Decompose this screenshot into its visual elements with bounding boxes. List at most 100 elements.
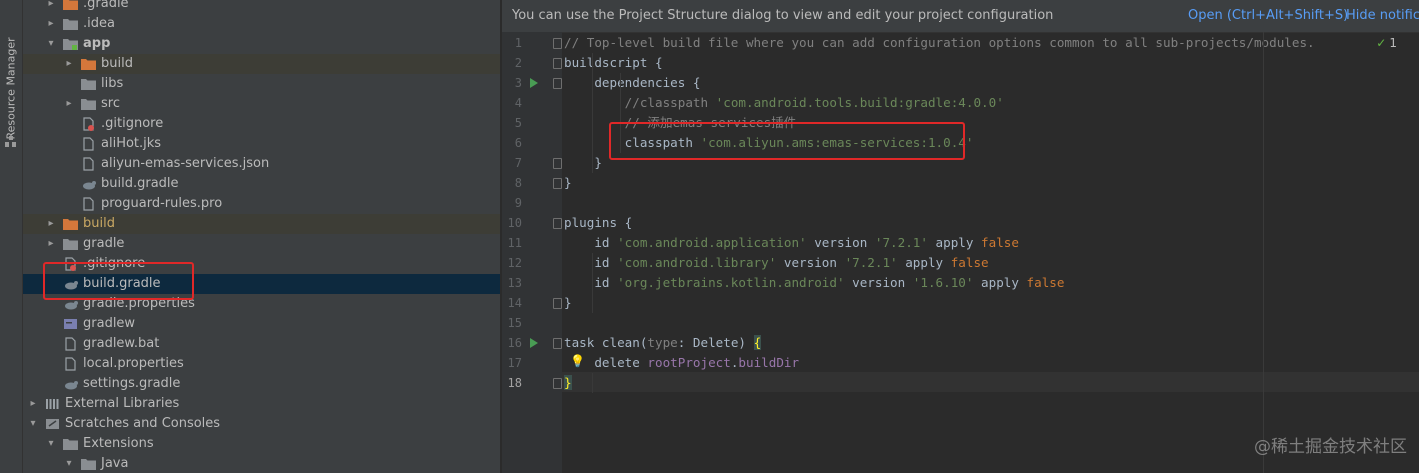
hide-notification-link[interactable]: Hide notifica: [1346, 0, 1419, 32]
tree-item-label: .gitignore: [101, 116, 164, 131]
tree-item[interactable]: gradlew: [23, 314, 500, 334]
code-token: false: [950, 255, 989, 270]
code-token: apply: [927, 235, 982, 250]
code-token: }: [564, 175, 572, 190]
gitignore-icon: [83, 117, 94, 131]
scratches-icon: [46, 419, 59, 429]
run-gutter-icon[interactable]: [530, 338, 538, 348]
fold-marker-icon[interactable]: [553, 378, 562, 389]
line-number: 3: [514, 76, 522, 90]
folder-icon: [81, 99, 96, 110]
chevron-right-icon[interactable]: ▸: [63, 94, 75, 114]
code-token: // Top-level build file where you can ad…: [564, 35, 1315, 50]
tree-item[interactable]: aliHot.jks: [23, 134, 500, 154]
chevron-right-icon[interactable]: ▸: [27, 394, 39, 414]
code-line: delete rootProject.buildDir: [564, 353, 799, 373]
tree-item-label: build: [83, 216, 115, 231]
fold-marker-icon[interactable]: [553, 218, 562, 229]
folder-icon: [81, 79, 96, 90]
resource-manager-tab[interactable]: Resource Manager: [2, 30, 20, 150]
chevron-down-icon[interactable]: ▾: [27, 414, 39, 434]
line-number: 18: [507, 376, 522, 390]
folder-icon: [63, 19, 78, 30]
open-project-structure-link[interactable]: Open (Ctrl+Alt+Shift+S): [1188, 0, 1348, 32]
tree-item-label: app: [83, 36, 111, 51]
fold-marker-icon[interactable]: [553, 38, 562, 49]
tree-item[interactable]: local.properties: [23, 354, 500, 374]
intention-bulb-icon[interactable]: 💡: [570, 354, 585, 368]
tree-item[interactable]: ▸ build: [23, 214, 500, 234]
inspection-status[interactable]: ✓ 1: [1376, 36, 1397, 50]
tree-item[interactable]: ▾ Java: [23, 454, 500, 473]
line-number: 11: [507, 236, 522, 250]
tree-item[interactable]: ▸ External Libraries: [23, 394, 500, 414]
fold-marker-icon[interactable]: [553, 178, 562, 189]
tree-item-label: local.properties: [83, 356, 184, 371]
line-number: 2: [514, 56, 522, 70]
chevron-right-icon[interactable]: ▸: [45, 0, 57, 14]
tree-item-label: proguard-rules.pro: [101, 196, 223, 211]
tree-item[interactable]: ▸ .idea: [23, 14, 500, 34]
tree-item[interactable]: ▸ src: [23, 94, 500, 114]
highlight-box-build-gradle: [43, 262, 194, 300]
run-gutter-icon[interactable]: [530, 78, 538, 88]
fold-marker-icon[interactable]: [553, 158, 562, 169]
tree-item[interactable]: ▸ gradle: [23, 234, 500, 254]
line-number: 9: [514, 196, 522, 210]
fold-marker-icon[interactable]: [553, 58, 562, 69]
chevron-down-icon[interactable]: ▾: [63, 454, 75, 473]
code-token: : Delete): [677, 335, 754, 350]
tree-item[interactable]: ▸ build: [23, 54, 500, 74]
tree-item[interactable]: gradlew.bat: [23, 334, 500, 354]
code-token: id: [564, 275, 618, 290]
code-token: }: [564, 375, 572, 390]
chevron-down-icon[interactable]: ▾: [45, 34, 57, 54]
tree-item-label: .idea: [83, 16, 115, 31]
tree-item-label: aliHot.jks: [101, 136, 162, 151]
chevron-right-icon[interactable]: ▸: [45, 214, 57, 234]
line-number: 16: [507, 336, 522, 350]
line-number: 1: [514, 36, 522, 50]
code-token: id: [564, 255, 618, 270]
folder-icon: [63, 239, 78, 250]
tree-item[interactable]: aliyun-emas-services.json: [23, 154, 500, 174]
tree-item[interactable]: ▾ Scratches and Consoles: [23, 414, 500, 434]
tree-item[interactable]: libs: [23, 74, 500, 94]
tree-item[interactable]: .gitignore: [23, 114, 500, 134]
code-token: {: [753, 335, 762, 350]
code-line: }: [564, 153, 602, 173]
code-token: false: [1026, 275, 1065, 290]
tree-item[interactable]: proguard-rules.pro: [23, 194, 500, 214]
chevron-right-icon[interactable]: ▸: [45, 234, 57, 254]
chevron-right-icon[interactable]: ▸: [63, 54, 75, 74]
line-number: 15: [507, 316, 522, 330]
tree-item[interactable]: ▸ .gradle: [23, 0, 500, 14]
chevron-right-icon[interactable]: ▸: [45, 14, 57, 34]
tree-item[interactable]: build.gradle: [23, 174, 500, 194]
chevron-down-icon[interactable]: ▾: [45, 434, 57, 454]
fold-marker-icon[interactable]: [553, 338, 562, 349]
tree-item[interactable]: settings.gradle: [23, 374, 500, 394]
right-margin-guide: [1263, 32, 1264, 473]
fold-marker-icon[interactable]: [553, 298, 562, 309]
line-number: 14: [507, 296, 522, 310]
resource-manager-icon: [5, 136, 16, 147]
folder-orange-icon: [81, 59, 96, 70]
code-token: dependencies {: [564, 75, 701, 90]
code-token: plugins {: [564, 215, 633, 230]
code-area[interactable]: // Top-level build file where you can ad…: [562, 32, 1419, 473]
tree-item-label: settings.gradle: [83, 376, 181, 391]
code-token: apply: [897, 255, 951, 270]
libraries-icon: [46, 399, 59, 409]
tree-item[interactable]: ▾ app: [23, 34, 500, 54]
code-token: 'com.android.tools.build:gradle:4.0.0': [715, 95, 1004, 110]
code-token: buildscript {: [564, 55, 663, 70]
line-number: 5: [514, 116, 522, 130]
code-token: false: [981, 235, 1019, 250]
editor-gutter[interactable]: 1 2 3 4 5 6 7 8 9 10 11 12 13 14 15 16 17 18: [502, 32, 562, 473]
code-line: // Top-level build file where you can ad…: [564, 33, 1315, 53]
code-token: 'org.jetbrains.kotlin.android': [617, 275, 845, 290]
fold-marker-icon[interactable]: [553, 78, 562, 89]
tree-item[interactable]: ▾ Extensions: [23, 434, 500, 454]
tree-item-label: libs: [101, 76, 124, 91]
